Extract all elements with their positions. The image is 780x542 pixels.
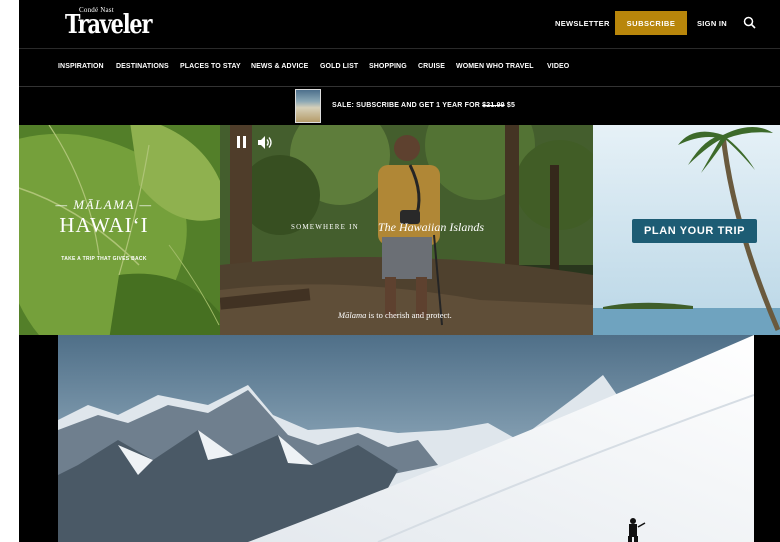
snowy-mountain-skier-image xyxy=(58,335,754,542)
nav-item-women-who-travel[interactable]: WOMEN WHO TRAVEL xyxy=(456,63,534,70)
nav-item-shopping[interactable]: SHOPPING xyxy=(369,63,407,70)
promo-new-price: $5 xyxy=(504,102,516,109)
nav-item-inspiration[interactable]: INSPIRATION xyxy=(58,63,104,70)
ad-video-player[interactable]: SOMEWHERE IN The Hawaiian Islands Mālama… xyxy=(220,125,593,335)
ad-malama-title: — MĀLAMA — xyxy=(55,197,153,212)
caption-italic: Mālama xyxy=(338,310,367,320)
hero-image[interactable] xyxy=(58,335,754,542)
magazine-cover-thumbnail[interactable] xyxy=(295,89,321,123)
main-nav: INSPIRATION DESTINATIONS PLACES TO STAY … xyxy=(19,49,780,85)
subscription-promo[interactable]: SALE: SUBSCRIBE AND GET 1 YEAR FOR $21.9… xyxy=(19,87,780,125)
hawaii-ad-banner[interactable]: — MĀLAMA — HAWAIʻI TAKE A TRIP THAT GIVE… xyxy=(19,125,780,335)
promo-old-price: $21.99 xyxy=(482,102,505,109)
plan-your-trip-button[interactable]: PLAN YOUR TRIP xyxy=(632,219,757,243)
site-header: Condé Nast Traveler NEWSLETTER SUBSCRIBE… xyxy=(19,0,780,48)
search-icon[interactable] xyxy=(743,16,756,29)
ad-islands-text: The Hawaiian Islands xyxy=(378,220,485,234)
ad-beach-panel[interactable]: PLAN YOUR TRIP xyxy=(593,125,780,335)
newsletter-link[interactable]: NEWSLETTER xyxy=(555,19,610,28)
logo-wordmark: Traveler xyxy=(65,10,152,40)
nav-item-cruise[interactable]: CRUISE xyxy=(418,63,445,70)
ad-tagline: TAKE A TRIP THAT GIVES BACK xyxy=(61,256,147,262)
ad-hawaii-title: HAWAIʻI xyxy=(59,213,149,237)
volume-icon[interactable] xyxy=(258,136,273,149)
caption-rest: is to cherish and protect. xyxy=(366,310,452,320)
nav-item-news-advice[interactable]: NEWS & ADVICE xyxy=(251,63,308,70)
sign-in-link[interactable]: SIGN IN xyxy=(697,19,727,28)
nav-item-video[interactable]: VIDEO xyxy=(547,63,569,70)
nav-item-destinations[interactable]: DESTINATIONS xyxy=(116,63,169,70)
page: Condé Nast Traveler NEWSLETTER SUBSCRIBE… xyxy=(19,0,780,542)
subscribe-button[interactable]: SUBSCRIBE xyxy=(615,11,687,35)
ad-somewhere-text: SOMEWHERE IN xyxy=(291,223,359,231)
pause-icon[interactable] xyxy=(237,136,247,148)
promo-text[interactable]: SALE: SUBSCRIBE AND GET 1 YEAR FOR $21.9… xyxy=(332,102,515,109)
promo-label: SALE: SUBSCRIBE AND GET 1 YEAR FOR xyxy=(332,102,483,109)
nav-item-gold-list[interactable]: GOLD LIST xyxy=(320,63,358,70)
video-caption: Mālama is to cherish and protect. xyxy=(338,310,452,320)
nav-item-places-to-stay[interactable]: PLACES TO STAY xyxy=(180,63,241,70)
ad-leaf-panel[interactable]: — MĀLAMA — HAWAIʻI TAKE A TRIP THAT GIVE… xyxy=(19,125,220,335)
